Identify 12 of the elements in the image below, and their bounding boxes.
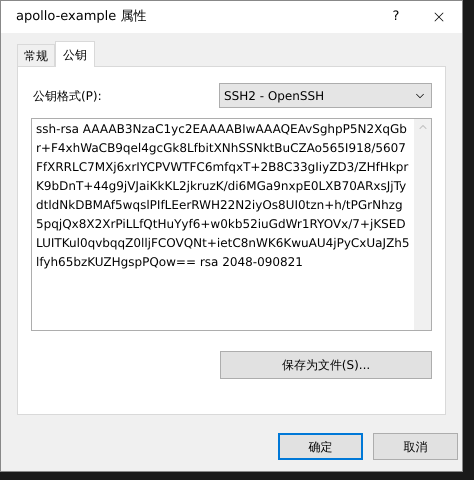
save-to-file-button[interactable]: 保存为文件(S)... <box>220 351 432 379</box>
window-title: apollo-example 属性 <box>16 8 148 26</box>
format-label: 公钥格式(P): <box>32 88 102 104</box>
tab[interactable]: 常规 <box>17 44 55 66</box>
format-dropdown[interactable]: SSH2 - OpenSSH <box>219 83 432 108</box>
key-text: ssh-rsa AAAAB3NzaC1yc2EAAAABIwAAAQEAvSghpP5N2XqGbr+F4xhWaCB9qel4gcGk8LfbitXNhSSNktBuCZAo565I918/5607FfXRRLC7MXj6xrIYCPVWTFC6mfqxT+2B8C33gIiyZD3/ZHfHkprK9bDnT+44g9jVJaiKkKL2jkruzK/di6MGa9nxpE0LXB70ARxsJjTydtldNkDBMAf5wqslPIfLEerRWH22N2iyOs8UI0tzn+h/tPGrNhzg5pqjQx8X2XrPiLLfQtHuYyf6+w0kb52iuGdWr1RYOVx/7+jKSEDLUITKul0qvbqqZ0lljFCOVQNt+ietC8nWK6KwuAU4jPyCxUaJZh5lfyh65bzKUZHgspPQow== rsa 2048-090821 <box>35 121 411 271</box>
help-button[interactable]: ? <box>376 1 416 33</box>
key-text-area[interactable] <box>31 118 432 331</box>
tab[interactable]: 公钥 <box>55 41 95 67</box>
dialog-button[interactable]: 取消 <box>373 433 458 460</box>
scrollbar[interactable] <box>414 119 431 330</box>
dialog-button[interactable]: 确定 <box>278 433 363 460</box>
